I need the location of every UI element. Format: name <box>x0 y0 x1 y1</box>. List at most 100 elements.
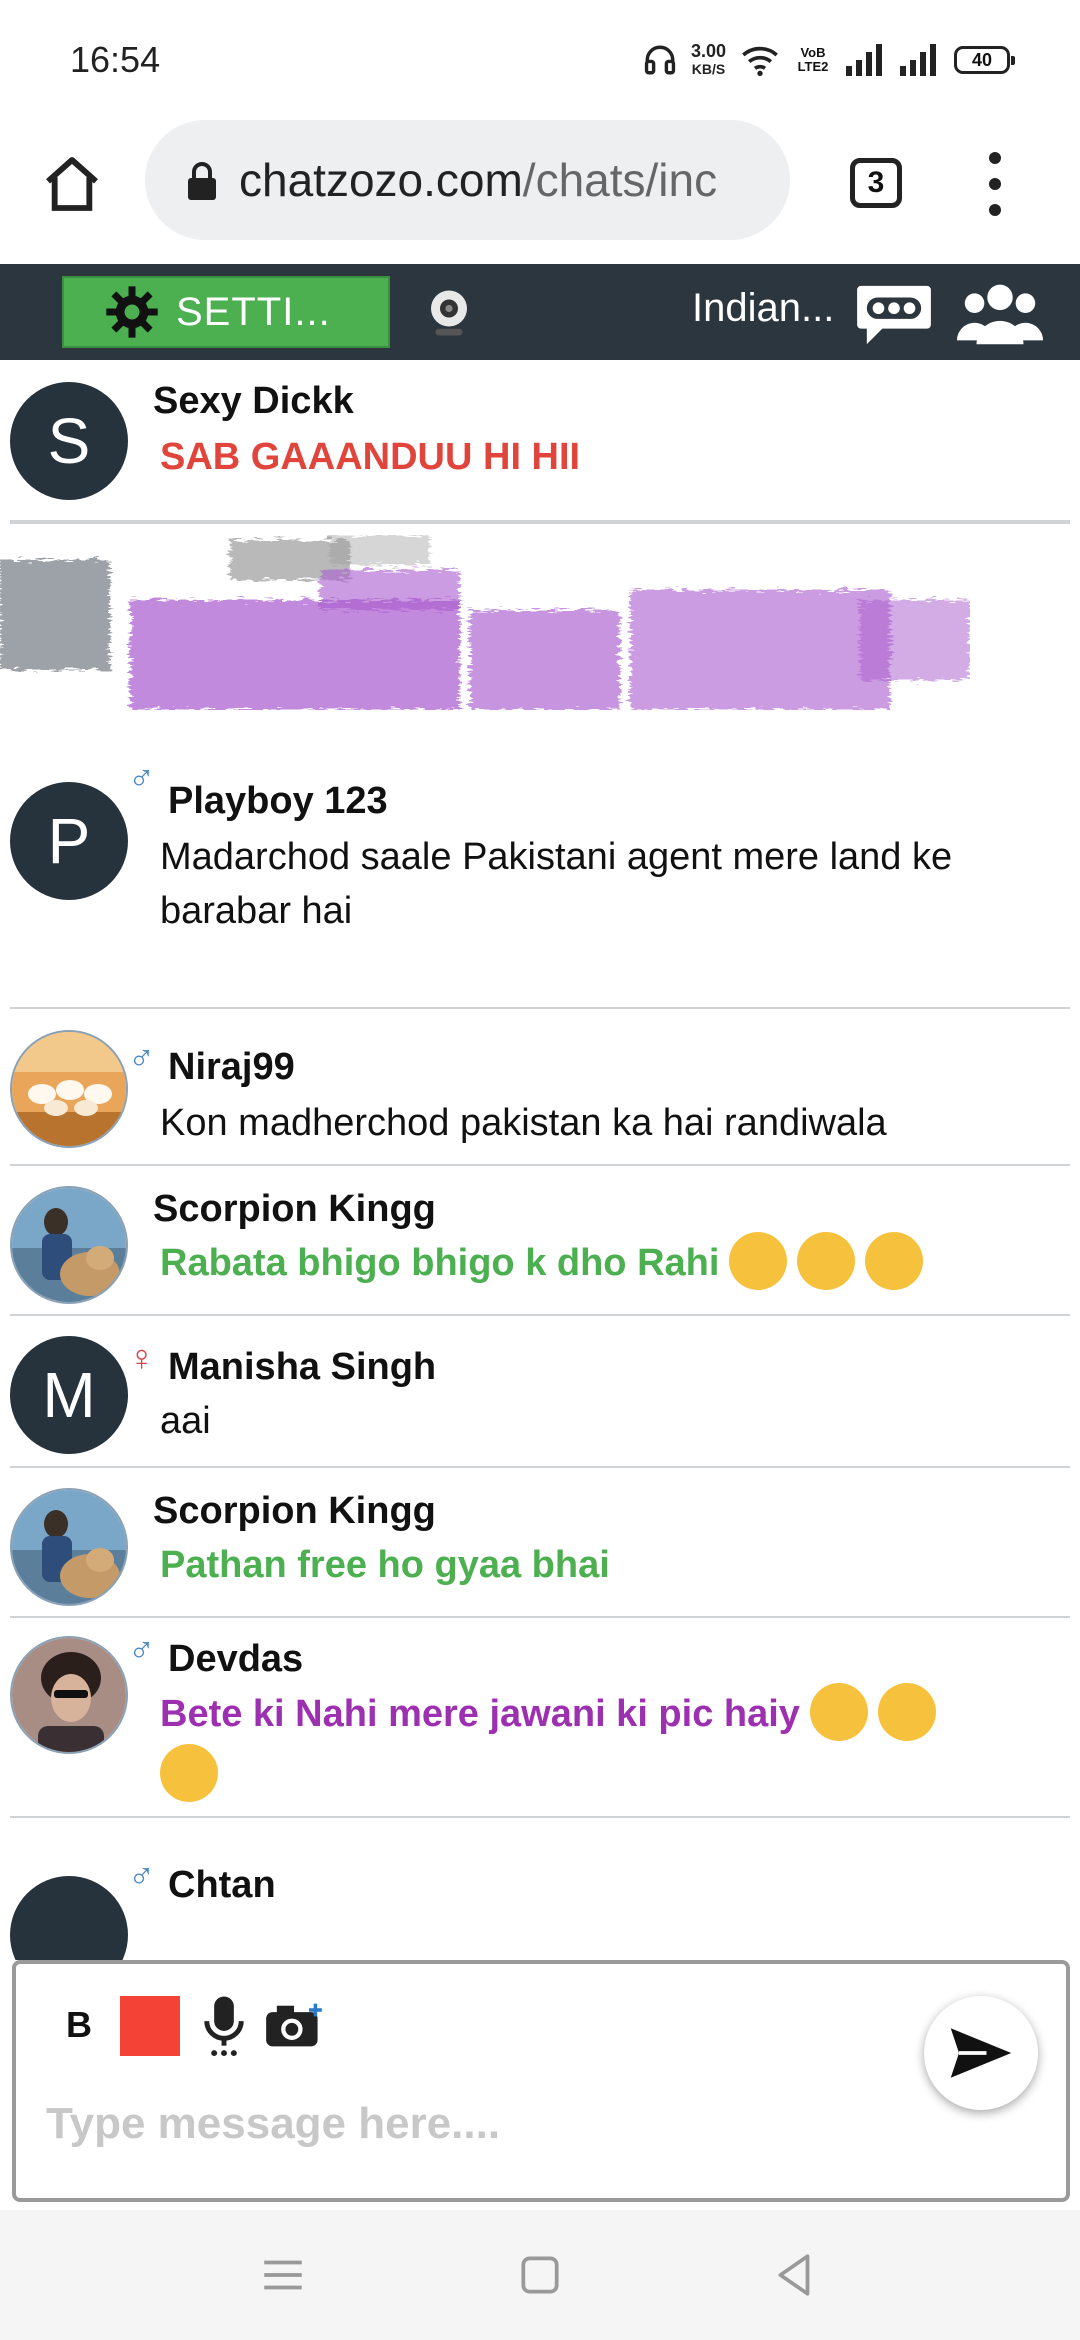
female-icon: ♀ <box>128 1337 155 1378</box>
horses-photo <box>12 1032 126 1146</box>
avatar[interactable]: M <box>10 1336 128 1454</box>
grinning-emoji-icon <box>809 1682 868 1741</box>
chat-message: ♂ Devdas Bete ki Nahi mere jawani ki pic… <box>0 1620 1080 1820</box>
url-path: /chats/inc <box>522 154 718 206</box>
camera-icon[interactable] <box>264 1998 324 2052</box>
chat-message: Scorpion Kingg Pathan free ho gyaa bhai <box>0 1468 1080 1618</box>
settings-label: SETTI... <box>176 289 331 334</box>
sender-name[interactable]: Sexy Dickk <box>153 380 354 423</box>
network-speed-value: 3.00 <box>690 41 726 61</box>
send-icon <box>950 2028 1012 2078</box>
tab-switcher-button[interactable]: 3 <box>850 158 902 208</box>
avatar[interactable] <box>10 1876 128 1960</box>
avatar[interactable]: S <box>10 382 128 500</box>
url-host: chatzozo.com <box>239 154 523 206</box>
male-icon: ♂ <box>128 1629 155 1670</box>
status-bar: 16:54 3.00 KB/S VoB LTE2 40 <box>0 0 1080 120</box>
sender-name[interactable]: Devdas <box>168 1638 303 1681</box>
avatar[interactable] <box>10 1030 128 1148</box>
address-bar[interactable]: chatzozo.com/chats/inc <box>145 120 790 240</box>
avatar[interactable]: P <box>10 782 128 900</box>
chat-message: M ♀ Manisha Singh aai <box>0 1316 1080 1468</box>
webcam-icon[interactable] <box>422 286 476 340</box>
status-icons: 3.00 KB/S VoB LTE2 40 <box>643 42 1015 78</box>
gear-icon <box>106 286 158 338</box>
sender-name[interactable]: Niraj99 <box>168 1046 295 1089</box>
network-speed-unit: KB/S <box>691 61 726 77</box>
message-text: Madarchod saale Pakistani agent mere lan… <box>160 836 953 932</box>
rofl-emoji-icon <box>797 1232 856 1290</box>
battery-level: 40 <box>971 49 993 70</box>
wink-emoji-icon <box>160 1743 218 1802</box>
message-text: Pathan free ho gyaa bhai <box>160 1544 610 1586</box>
avatar-letter: M <box>42 1359 96 1431</box>
message-composer: B <box>12 1960 1070 2202</box>
chat-message: S Sexy Dickk SAB GAAANDUU HI HII <box>0 360 1080 524</box>
divider <box>10 1007 1070 1009</box>
avatar-letter: S <box>47 405 91 477</box>
url-text: chatzozo.com/chats/inc <box>239 153 717 207</box>
male-icon: ♂ <box>128 757 155 798</box>
overflow-menu-icon[interactable] <box>980 152 1010 216</box>
battery-icon: 40 <box>954 46 1015 74</box>
signal-icon-2 <box>900 44 936 76</box>
message-text: Bete ki Nahi mere jawani ki pic haiy <box>160 1682 1060 1806</box>
divider <box>10 1616 1070 1618</box>
avatar[interactable] <box>10 1636 128 1754</box>
chat-message: ♂ Chtan <box>0 1856 1080 1960</box>
bold-button[interactable]: B <box>66 2004 92 2046</box>
grinning-emoji-icon <box>729 1232 788 1290</box>
tab-count: 3 <box>867 166 885 199</box>
male-icon: ♂ <box>128 1037 155 1078</box>
chat-bubble-icon[interactable] <box>855 282 933 348</box>
browser-bar: chatzozo.com/chats/inc 3 <box>0 120 1080 264</box>
back-icon[interactable] <box>770 2250 820 2300</box>
home-square-icon[interactable] <box>515 2250 565 2300</box>
lock-icon <box>188 162 216 200</box>
room-name[interactable]: Indian... <box>692 286 834 331</box>
users-icon[interactable] <box>955 280 1045 346</box>
network-speed: 3.00 KB/S <box>691 42 726 78</box>
microphone-icon[interactable] <box>198 1994 250 2058</box>
headphones-icon <box>644 45 676 75</box>
menu-icon[interactable] <box>258 2250 308 2300</box>
home-icon[interactable] <box>40 152 104 216</box>
person-photo <box>12 1638 126 1752</box>
settings-button[interactable]: SETTI... <box>62 276 390 348</box>
avatar[interactable] <box>10 1488 128 1606</box>
sender-name[interactable]: Scorpion Kingg <box>153 1188 436 1231</box>
chat-message-list[interactable]: S Sexy Dickk SAB GAAANDUU HI HII P ♂ Pla… <box>0 360 1080 1960</box>
send-button[interactable] <box>924 1996 1038 2110</box>
chat-message: Scorpion Kingg Rabata bhigo bhigo k dho … <box>0 1166 1080 1316</box>
divider <box>10 1816 1070 1818</box>
blurred-image <box>0 520 1080 745</box>
text-color-button[interactable] <box>120 1996 180 2056</box>
message-input[interactable] <box>46 2084 906 2164</box>
person-photo <box>12 1188 126 1302</box>
app-toolbar: SETTI... Indian... <box>0 264 1080 360</box>
grinning-emoji-icon <box>877 1682 936 1741</box>
person-photo <box>12 1490 126 1604</box>
system-navigation-bar <box>0 2210 1080 2340</box>
chat-message: P ♂ Playboy 123 Madarchod saale Pakistan… <box>0 760 1080 1010</box>
male-icon: ♂ <box>128 1855 155 1896</box>
sender-name[interactable]: Playboy 123 <box>168 780 388 823</box>
volte-indicator: VoB LTE2 <box>797 45 829 74</box>
rofl-emoji-icon <box>865 1232 924 1290</box>
wifi-icon <box>742 46 778 76</box>
status-time: 16:54 <box>70 39 161 80</box>
sender-name[interactable]: Manisha Singh <box>168 1346 436 1389</box>
chat-message: ♂ Niraj99 Kon madherchod pakistan ka hai… <box>0 1010 1080 1166</box>
message-text-content: Bete ki Nahi mere jawani ki pic haiy <box>160 1693 800 1735</box>
signal-icon <box>846 44 882 76</box>
message-text: aai <box>160 1400 211 1442</box>
avatar-letter: P <box>47 805 91 877</box>
divider <box>10 520 1070 522</box>
avatar[interactable] <box>10 1186 128 1304</box>
message-text-content: Rabata bhigo bhigo k dho Rahi <box>160 1242 720 1285</box>
message-text: Rabata bhigo bhigo k dho Rahi <box>160 1232 1060 1294</box>
message-text: Kon madherchod pakistan ka hai randiwala <box>160 1102 887 1144</box>
message-text: SAB GAAANDUU HI HII <box>160 436 581 478</box>
sender-name[interactable]: Chtan <box>168 1864 276 1907</box>
sender-name[interactable]: Scorpion Kingg <box>153 1490 436 1533</box>
